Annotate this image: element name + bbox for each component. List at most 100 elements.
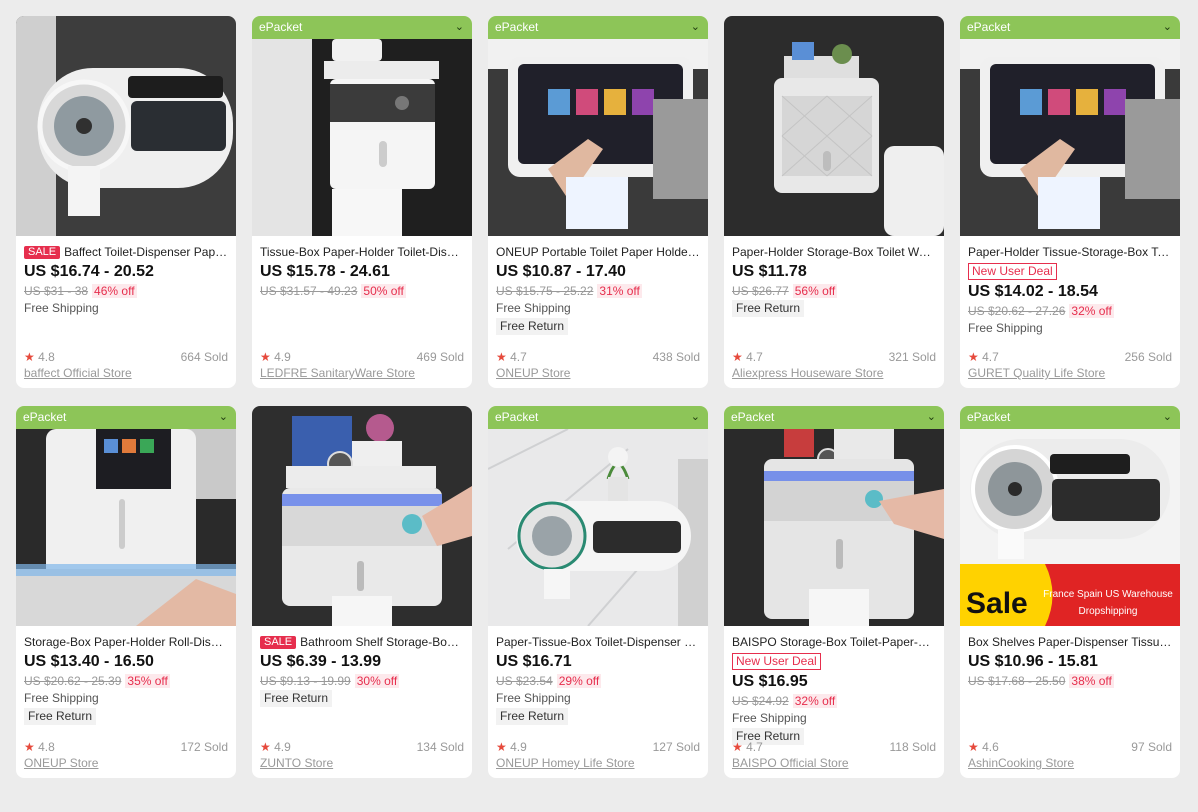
- product-photo: [960, 39, 1180, 236]
- free-return-badge: Free Return: [732, 300, 805, 317]
- product-info: Tissue-Box Paper-Holder Toilet-Dispenser…: [260, 243, 464, 382]
- rating-value: 4.7: [982, 350, 999, 364]
- store-link[interactable]: ZUNTO Store: [260, 755, 464, 772]
- epacket-ribbon[interactable]: ePacket ⌄: [16, 406, 236, 429]
- product-image[interactable]: ePacket ⌄: [960, 16, 1180, 236]
- store-link[interactable]: Aliexpress Houseware Store: [732, 365, 936, 382]
- product-card[interactable]: SALEBathroom Shelf Storage-Box Paper-Hol…: [252, 406, 472, 778]
- rating-value: 4.6: [982, 740, 999, 754]
- sold-count: 127 Sold: [652, 740, 700, 754]
- original-price-row: US $9.13 - 19.99 30% off: [260, 673, 464, 689]
- sold-count: 664 Sold: [180, 350, 228, 364]
- epacket-ribbon[interactable]: ePacket ⌄: [724, 406, 944, 429]
- product-price: US $13.40 - 16.50: [24, 653, 154, 670]
- product-card[interactable]: ePacket ⌄ Tissue-Box Paper-Holder Toilet-…: [252, 16, 472, 388]
- product-card[interactable]: ePacket ⌄ Paper-Tissue-Box Toilet-Dispens…: [488, 406, 708, 778]
- card-footer: ★ 4.8 664 Sold baffect Official Store: [24, 349, 228, 382]
- product-title[interactable]: Paper-Holder Tissue-Storage-Box Toilet: [968, 243, 1172, 261]
- product-title[interactable]: Paper-Holder Storage-Box Toilet Wall-Mou…: [732, 243, 936, 261]
- product-grid: SALEBaffect Toilet-Dispenser Paper-Holde…: [16, 16, 1180, 778]
- epacket-ribbon[interactable]: ePacket ⌄: [488, 16, 708, 39]
- chevron-down-icon: ⌄: [926, 411, 936, 423]
- free-return-badge: Free Return: [496, 708, 569, 725]
- product-card[interactable]: ePacket ⌄ Sale France Spain US Warehouse …: [960, 406, 1180, 778]
- product-info: SALEBathroom Shelf Storage-Box Paper-Hol…: [260, 633, 464, 772]
- rating-row: ★ 4.7 321 Sold: [732, 349, 936, 365]
- sold-count: 438 Sold: [652, 350, 700, 364]
- store-link[interactable]: BAISPO Official Store: [732, 755, 936, 772]
- store-link[interactable]: GURET Quality Life Store: [968, 365, 1172, 382]
- shipping-info: Free Shipping: [24, 691, 99, 705]
- discount-badge: 32% off: [792, 694, 838, 708]
- original-price: US $24.92: [732, 694, 789, 708]
- product-image[interactable]: [252, 406, 472, 626]
- product-title[interactable]: Paper-Tissue-Box Toilet-Dispenser Holder: [496, 633, 700, 651]
- product-title[interactable]: Box Shelves Paper-Dispenser Tissue-Holde…: [968, 633, 1172, 651]
- product-card[interactable]: ePacket ⌄ ONEUP Portable Toilet Paper Hol…: [488, 16, 708, 388]
- store-link[interactable]: ONEUP Homey Life Store: [496, 755, 700, 772]
- product-card[interactable]: ePacket ⌄ Storage-Box Paper-Holder Roll-D…: [16, 406, 236, 778]
- product-card[interactable]: ePacket ⌄ BAISPO Storage-Box Toilet-Paper…: [724, 406, 944, 778]
- product-info: Paper-Tissue-Box Toilet-Dispenser Holder…: [496, 633, 700, 772]
- product-image[interactable]: ePacket ⌄: [488, 406, 708, 626]
- store-link[interactable]: ONEUP Store: [24, 755, 228, 772]
- original-price: US $9.13 - 19.99: [260, 674, 351, 688]
- card-footer: ★ 4.9 469 Sold LEDFRE SanitaryWare Store: [260, 349, 464, 382]
- card-footer: ★ 4.8 172 Sold ONEUP Store: [24, 739, 228, 772]
- product-image[interactable]: ePacket ⌄: [252, 16, 472, 236]
- new-user-deal-badge: New User Deal: [968, 263, 1057, 280]
- product-image[interactable]: [724, 16, 944, 236]
- discount-badge: 30% off: [354, 674, 400, 688]
- product-image[interactable]: [16, 16, 236, 236]
- store-link[interactable]: LEDFRE SanitaryWare Store: [260, 365, 464, 382]
- card-footer: ★ 4.9 134 Sold ZUNTO Store: [260, 739, 464, 772]
- star-icon: ★: [260, 740, 271, 754]
- product-image[interactable]: ePacket ⌄: [16, 406, 236, 626]
- discount-badge: 46% off: [92, 284, 137, 298]
- store-link[interactable]: ONEUP Store: [496, 365, 700, 382]
- product-card[interactable]: SALEBaffect Toilet-Dispenser Paper-Holde…: [16, 16, 236, 388]
- original-price-row: US $15.75 - 25.22 31% off: [496, 283, 700, 299]
- epacket-ribbon[interactable]: ePacket ⌄: [252, 16, 472, 39]
- chevron-down-icon: ⌄: [690, 21, 700, 33]
- rating-row: ★ 4.9 134 Sold: [260, 739, 464, 755]
- chevron-down-icon: ⌄: [454, 21, 464, 33]
- product-card[interactable]: Paper-Holder Storage-Box Toilet Wall-Mou…: [724, 16, 944, 388]
- original-price-row: US $20.62 - 27.26 32% off: [968, 303, 1172, 319]
- sale-badge: SALE: [260, 636, 297, 649]
- product-image[interactable]: ePacket ⌄: [724, 406, 944, 626]
- rating-row: ★ 4.7 256 Sold: [968, 349, 1172, 365]
- epacket-ribbon[interactable]: ePacket ⌄: [488, 406, 708, 429]
- rating-value: 4.8: [38, 740, 55, 754]
- product-title[interactable]: SALEBaffect Toilet-Dispenser Paper-Holde…: [24, 243, 228, 261]
- product-title[interactable]: SALEBathroom Shelf Storage-Box Paper-Hol…: [260, 633, 464, 651]
- product-info: Box Shelves Paper-Dispenser Tissue-Holde…: [968, 633, 1172, 772]
- original-price-row: US $24.92 32% off: [732, 693, 936, 709]
- product-info: Paper-Holder Storage-Box Toilet Wall-Mou…: [732, 243, 936, 382]
- product-image[interactable]: ePacket ⌄ Sale France Spain US Warehouse …: [960, 406, 1180, 626]
- product-card[interactable]: ePacket ⌄ Paper-Holder Tissue-Storage-Box…: [960, 16, 1180, 388]
- product-title[interactable]: ONEUP Portable Toilet Paper Holder Stora…: [496, 243, 700, 261]
- product-photo: [16, 429, 236, 626]
- shipping-info: Free Shipping: [732, 711, 807, 725]
- free-return-badge: Free Return: [24, 708, 97, 725]
- store-link[interactable]: baffect Official Store: [24, 365, 228, 382]
- original-price: US $17.68 - 25.50: [968, 674, 1066, 688]
- star-icon: ★: [24, 350, 35, 364]
- epacket-ribbon[interactable]: ePacket ⌄: [960, 406, 1180, 429]
- product-photo: [488, 429, 708, 626]
- warehouse-banner: France Spain US Warehouse Dropshipping: [1043, 589, 1173, 617]
- original-price-row: US $26.77 56% off: [732, 283, 936, 299]
- product-title[interactable]: BAISPO Storage-Box Toilet-Paper-Holder: [732, 633, 936, 651]
- product-image[interactable]: ePacket ⌄: [488, 16, 708, 236]
- store-link[interactable]: AshinCooking Store: [968, 755, 1172, 772]
- product-title[interactable]: Storage-Box Paper-Holder Roll-Dispenser …: [24, 633, 228, 651]
- rating-row: ★ 4.9 469 Sold: [260, 349, 464, 365]
- product-title[interactable]: Tissue-Box Paper-Holder Toilet-Dispenser…: [260, 243, 464, 261]
- product-photo: [252, 406, 472, 626]
- original-price: US $20.62 - 25.39: [24, 674, 122, 688]
- epacket-ribbon[interactable]: ePacket ⌄: [960, 16, 1180, 39]
- original-price-row: US $31 - 38 46% off: [24, 283, 228, 299]
- original-price: US $26.77: [732, 284, 789, 298]
- star-icon: ★: [496, 740, 507, 754]
